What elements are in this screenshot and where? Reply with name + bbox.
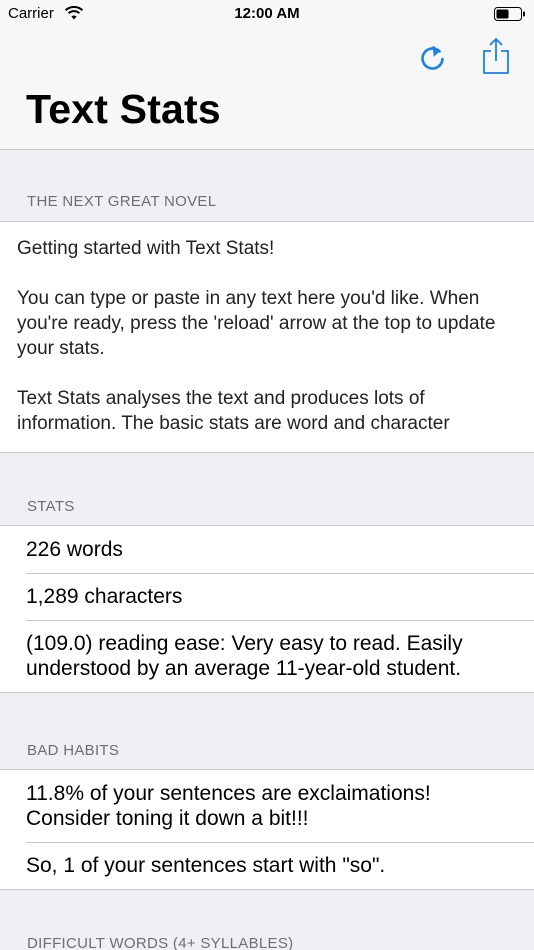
status-bar: Carrier 12:00 AM [0,0,534,30]
stat-row-reading-ease: (109.0) reading ease: Very easy to read.… [0,620,534,692]
navigation-bar: Text Stats [0,30,534,150]
share-icon [483,37,509,74]
status-time: 12:00 AM [234,5,300,22]
bad-habits-list: 11.8% of your sentences are exclaimation… [0,769,534,890]
section-header-stats: STATS [27,498,75,515]
share-button[interactable] [478,36,514,76]
page-title: Text Stats [26,86,221,132]
battery-icon [494,7,525,21]
reload-button[interactable] [416,40,450,74]
text-editor-cell[interactable]: Getting started with Text Stats! You can… [0,221,534,453]
section-header-bad-habits: BAD HABITS [27,742,120,759]
section-header-difficult-words: DIFFICULT WORDS (4+ SYLLABLES) [27,935,294,950]
text-editor[interactable]: Getting started with Text Stats! You can… [17,236,517,436]
bad-habit-row-exclamations: 11.8% of your sentences are exclaimation… [26,782,431,830]
bad-habit-row-so: So, 1 of your sentences start with "so". [0,842,534,889]
section-header-document: THE NEXT GREAT NOVEL [27,193,217,210]
stat-row-words: 226 words [26,538,123,561]
reload-arrow-icon [421,45,444,70]
stats-list: 226 words 1,289 characters (109.0) readi… [0,525,534,693]
stat-row-characters: 1,289 characters [0,573,534,620]
